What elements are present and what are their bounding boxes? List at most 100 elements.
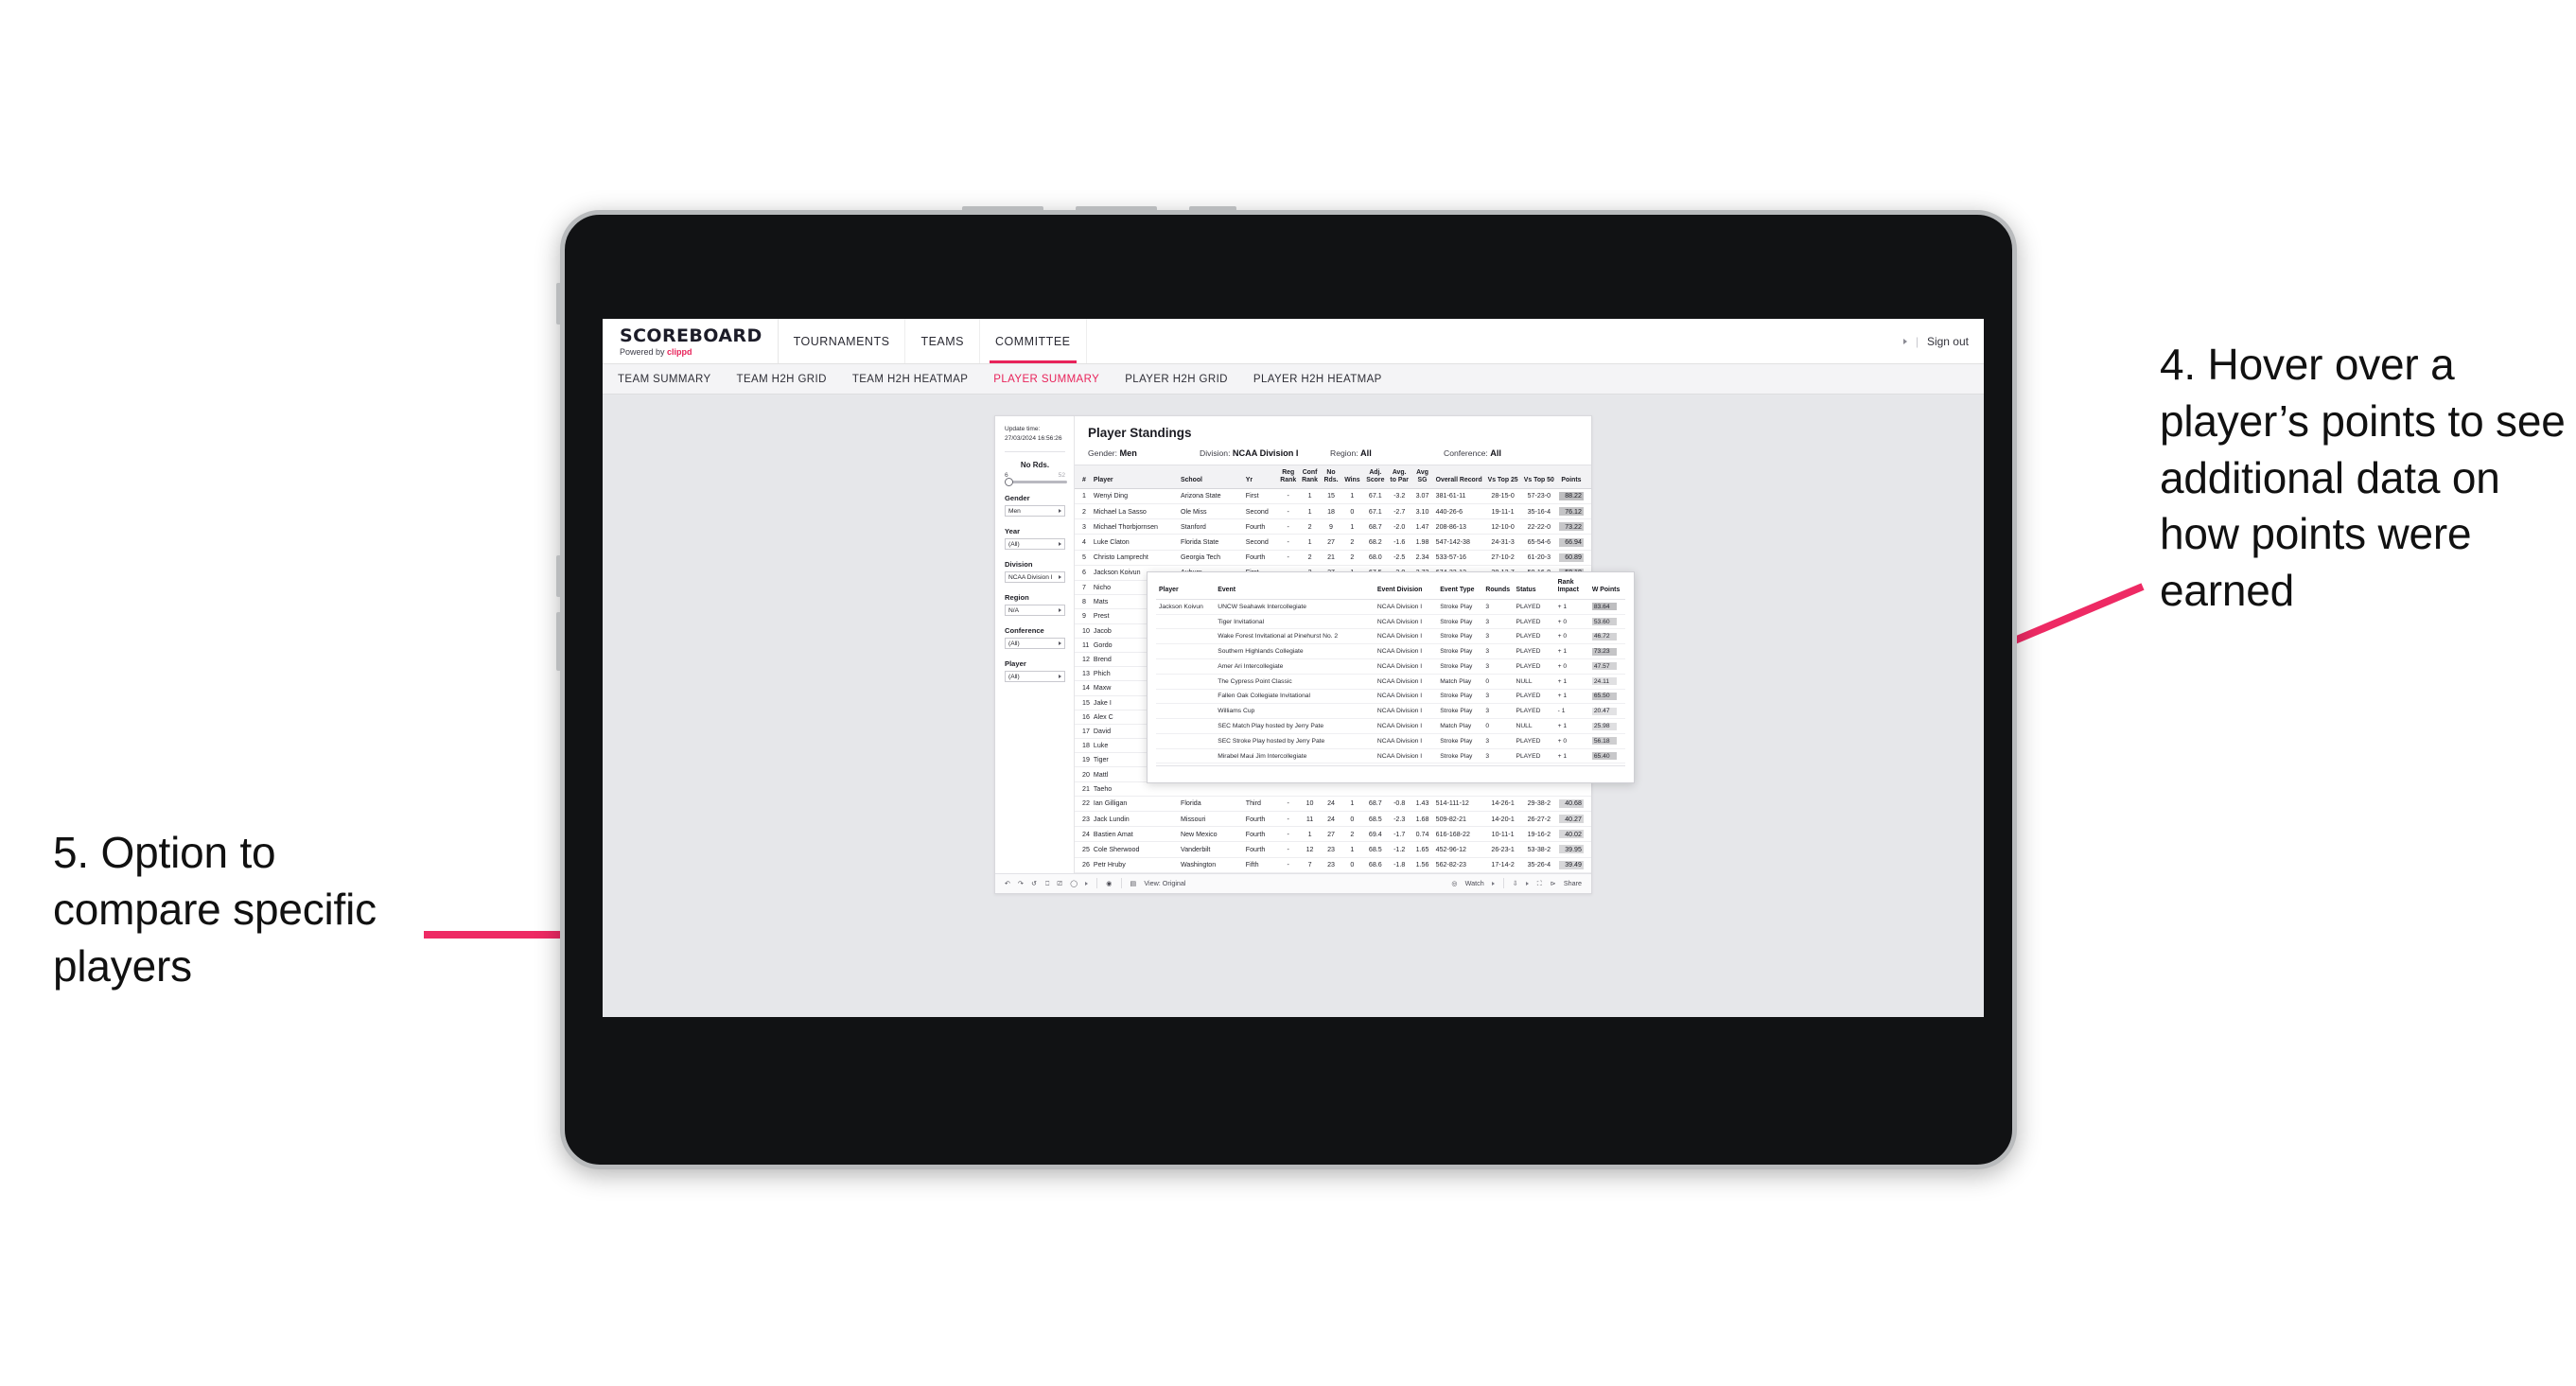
filter-year[interactable]: Year (All) <box>1005 527 1065 551</box>
table-row[interactable]: 4 Luke Claton Florida State Second -1 27 2 68.2… <box>1075 534 1591 551</box>
col-yr[interactable]: Yr <box>1243 465 1278 489</box>
filter-player-select[interactable]: (All) <box>1005 671 1065 683</box>
col-player[interactable]: Player <box>1091 465 1179 489</box>
col-rank[interactable]: # <box>1075 465 1092 489</box>
filter-gender[interactable]: Gender Men <box>1005 494 1065 518</box>
filter-player[interactable]: Player (All) <box>1005 659 1065 683</box>
tooltip-table: Player Event Event Division Event Type R… <box>1156 579 1625 764</box>
tab-player-h2h-grid[interactable]: PLAYER H2H GRID <box>1125 374 1242 385</box>
row-avg-to-par: -1.6 <box>1387 534 1411 551</box>
filter-conference-select[interactable]: (All) <box>1005 638 1065 650</box>
annotation-compare-players: 5. Option to compare specific players <box>53 828 377 991</box>
row-points[interactable]: 66.94 <box>1556 534 1591 551</box>
col-points[interactable]: Points <box>1556 465 1591 489</box>
row-points[interactable]: 76.12 <box>1556 503 1591 520</box>
table-row[interactable]: 26 Petr Hruby Washington Fifth -7 23 0 68.6 -1.8… <box>1075 857 1591 873</box>
col-no-rds[interactable]: No Rds. <box>1320 465 1342 489</box>
table-row[interactable]: 25 Cole Sherwood Vanderbilt Fourth -12 23 1 68.… <box>1075 841 1591 858</box>
row-player: Jack Lundin <box>1091 811 1179 828</box>
row-wins: 0 <box>1341 503 1363 520</box>
row-wins: 1 <box>1341 841 1363 858</box>
tooltip-event: Tiger Invitational <box>1215 614 1375 630</box>
row-adj-score: 67.1 <box>1362 503 1388 520</box>
forecast-icon[interactable]: ◉ <box>1106 879 1112 887</box>
chevron-right-icon[interactable] <box>1902 338 1907 344</box>
col-vs-top-25[interactable]: Vs Top 25 <box>1484 465 1521 489</box>
refresh-data-icon[interactable]: ⎕ <box>1045 879 1049 888</box>
row-points[interactable]: 40.02 <box>1556 826 1591 843</box>
app-logo[interactable]: SCOREBOARD Powered by clippd <box>603 319 779 363</box>
nav-item-committee[interactable]: COMMITTEE <box>980 319 1087 363</box>
row-points[interactable]: 39.95 <box>1556 841 1591 858</box>
tab-player-summary[interactable]: PLAYER SUMMARY <box>993 374 1113 385</box>
col-reg-rank[interactable]: Reg Rank <box>1277 465 1300 489</box>
divider: | <box>1915 334 1919 348</box>
table-row[interactable]: 5 Christo Lamprecht Georgia Tech Fourth -2 21… <box>1075 550 1591 566</box>
tt-col-status: Status <box>1513 579 1555 600</box>
filter-region[interactable]: Region N/A <box>1005 593 1065 617</box>
row-avg-sg: 1.43 <box>1411 796 1434 813</box>
tooltip-event-type: Stroke Play <box>1437 703 1483 720</box>
highlight-icon[interactable]: ◯ <box>1070 879 1078 887</box>
view-control[interactable]: ▤ View: Original <box>1130 879 1186 887</box>
no-rounds-slider-track[interactable] <box>1005 477 1067 486</box>
tooltip-row: Amer Ari Intercollegiate NCAA Division IS… <box>1156 658 1625 675</box>
row-points[interactable]: 88.22 <box>1556 488 1591 505</box>
nav-item-tournaments[interactable]: TOURNAMENTS <box>779 319 906 363</box>
filter-region-select[interactable]: N/A <box>1005 605 1065 617</box>
tt-col-rank-impact: Rank Impact <box>1554 579 1589 600</box>
col-school[interactable]: School <box>1178 465 1244 489</box>
row-points[interactable]: 39.49 <box>1556 857 1591 873</box>
tab-team-h2h-grid[interactable]: TEAM H2H GRID <box>737 374 841 385</box>
row-player: Wenyi Ding <box>1091 488 1179 505</box>
undo-icon[interactable]: ↶ <box>1005 879 1010 887</box>
nav-item-teams[interactable]: TEAMS <box>905 319 980 363</box>
tooltip-rank-impact: + 0 <box>1554 658 1589 675</box>
redo-icon[interactable]: ↷ <box>1018 879 1024 887</box>
update-time-value: 27/03/2024 16:56:26 <box>1005 434 1062 442</box>
table-row[interactable]: 24 Bastien Amat New Mexico Fourth -1 27 2 69.4-… <box>1075 826 1591 843</box>
table-row[interactable]: 23 Jack Lundin Missouri Fourth -11 24 0 68.5 -2.… <box>1075 811 1591 828</box>
watch-control[interactable]: ◎ Watch <box>1451 879 1495 887</box>
filter-no-rounds[interactable]: No Rds. 6 52 <box>1005 461 1067 486</box>
table-row[interactable]: 2 Michael La Sasso Ole Miss Second -1 18 0 67.1… <box>1075 503 1591 520</box>
col-conf-rank[interactable]: Conf Rank <box>1299 465 1321 489</box>
tab-team-h2h-heatmap[interactable]: TEAM H2H HEATMAP <box>852 374 982 385</box>
table-row[interactable]: 22 Ian Gilligan Florida Third -10 24 1 68.7 -0.8… <box>1075 796 1591 813</box>
row-vs-top-50: 57-23-0 <box>1520 488 1557 505</box>
revert-icon[interactable]: ↺ <box>1031 879 1037 887</box>
table-row[interactable]: 3 Michael Thorbjornsen Stanford Fourth -2 9 1 6… <box>1075 518 1591 535</box>
download-control[interactable]: ⇩ <box>1513 879 1529 887</box>
chevron-down-icon[interactable] <box>1085 881 1089 886</box>
col-avg-to-par[interactable]: Avg. to Par <box>1387 465 1411 489</box>
tab-team-summary[interactable]: TEAM SUMMARY <box>618 374 726 385</box>
no-rounds-slider-handle[interactable] <box>1005 477 1013 486</box>
device-button-top-3 <box>1189 206 1236 212</box>
row-points[interactable]: 73.22 <box>1556 518 1591 535</box>
table-row[interactable]: 1 Wenyi Ding Arizona State First -1 15 1 67.1 -3… <box>1075 488 1591 505</box>
row-points[interactable]: 40.27 <box>1556 811 1591 828</box>
row-points[interactable]: 60.89 <box>1556 550 1591 566</box>
sign-out-link[interactable]: Sign out <box>1927 335 1969 348</box>
col-overall-record[interactable]: Overall Record <box>1433 465 1485 489</box>
row-player: Michael Thorbjornsen <box>1091 518 1179 535</box>
row-avg-to-par: -1.2 <box>1387 841 1411 858</box>
tooltip-division: NCAA Division I <box>1374 658 1438 675</box>
viz-toolbar: ↶ ↷ ↺ ⎕ ⎚ ◯ ◉ ▤ View: Original ◎ Watch ⇩… <box>995 872 1591 893</box>
col-vs-top-50[interactable]: Vs Top 50 <box>1520 465 1557 489</box>
pause-updates-icon[interactable]: ⎚ <box>1057 879 1062 888</box>
row-points[interactable]: 40.68 <box>1556 796 1591 813</box>
col-avg-sg[interactable]: Avg SG <box>1411 465 1434 489</box>
col-adj-score[interactable]: Adj. Score <box>1362 465 1388 489</box>
fullscreen-icon[interactable]: ⛶ <box>1537 879 1542 888</box>
row-vs-top-25: 10-11-1 <box>1484 826 1521 843</box>
tooltip-w-points: 46.72 <box>1588 628 1625 645</box>
tab-player-h2h-heatmap[interactable]: PLAYER H2H HEATMAP <box>1253 374 1396 385</box>
filter-division-select[interactable]: NCAA Division I <box>1005 571 1065 584</box>
col-wins[interactable]: Wins <box>1341 465 1363 489</box>
filter-gender-select[interactable]: Men <box>1005 505 1065 518</box>
filter-conference[interactable]: Conference (All) <box>1005 626 1065 650</box>
filter-division[interactable]: Division NCAA Division I <box>1005 560 1065 584</box>
filter-year-select[interactable]: (All) <box>1005 538 1065 551</box>
share-control[interactable]: ⊳ Share <box>1551 879 1582 887</box>
